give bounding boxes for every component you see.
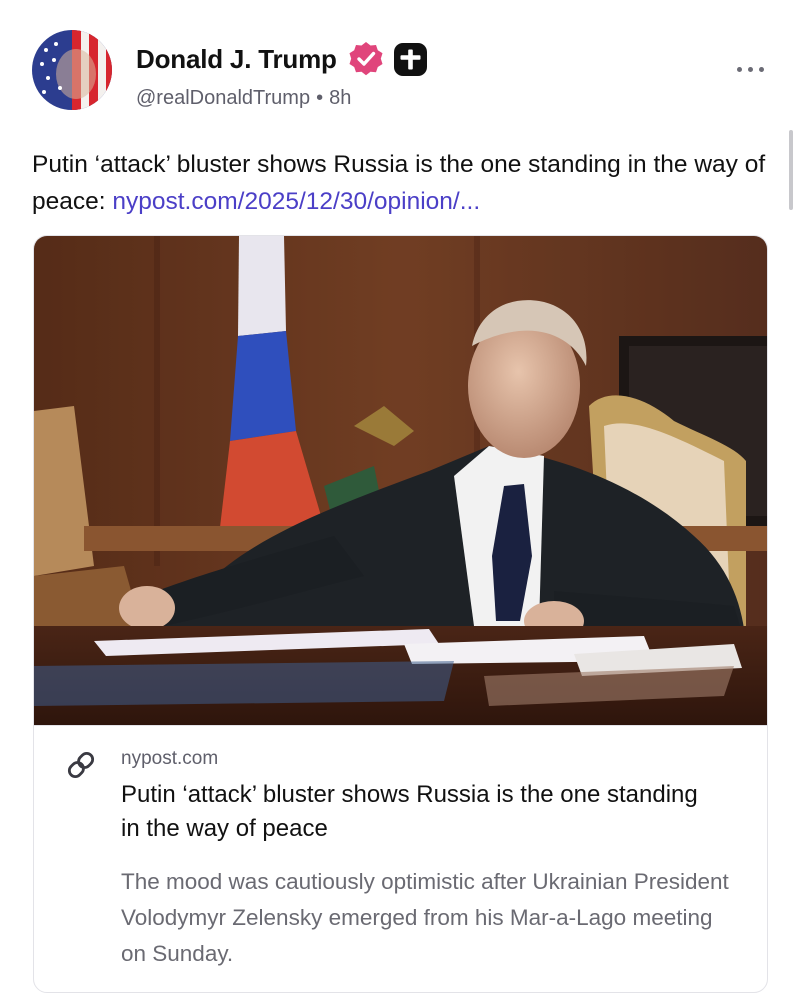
post: Donald J. Trump @realDonaldTrump • 8h Puti… [0,0,800,999]
more-options-button[interactable] [736,58,766,82]
link-preview-card[interactable]: nypost.com Putin ‘attack’ bluster shows … [33,235,768,993]
scrollbar-thumb[interactable] [789,130,793,210]
more-dot-icon [737,67,742,72]
author-name[interactable]: Donald J. Trump [136,44,337,75]
post-time[interactable]: 8h [329,87,351,109]
card-domain: nypost.com [121,748,219,769]
more-dot-icon [748,67,753,72]
post-link[interactable]: nypost.com/2025/12/30/opinion/... [112,188,480,215]
card-image [34,236,767,725]
separator-dot: • [316,87,324,109]
plus-icon [394,43,427,76]
handle-line: @realDonaldTrump • 8h [136,87,351,110]
post-text: Putin ‘attack’ bluster shows Russia is t… [32,146,777,220]
card-info: nypost.com Putin ‘attack’ bluster shows … [34,725,767,992]
card-title[interactable]: Putin ‘attack’ bluster shows Russia is t… [121,778,721,846]
card-description: The mood was cautiously optimistic after… [121,869,729,966]
article-photo [34,236,767,725]
avatar-flag-portrait-icon [32,30,112,110]
avatar[interactable] [32,30,112,110]
more-dot-icon [759,67,764,72]
author-handle[interactable]: @realDonaldTrump [136,87,310,109]
verified-badge-icon [349,42,383,76]
link-icon [67,751,95,779]
